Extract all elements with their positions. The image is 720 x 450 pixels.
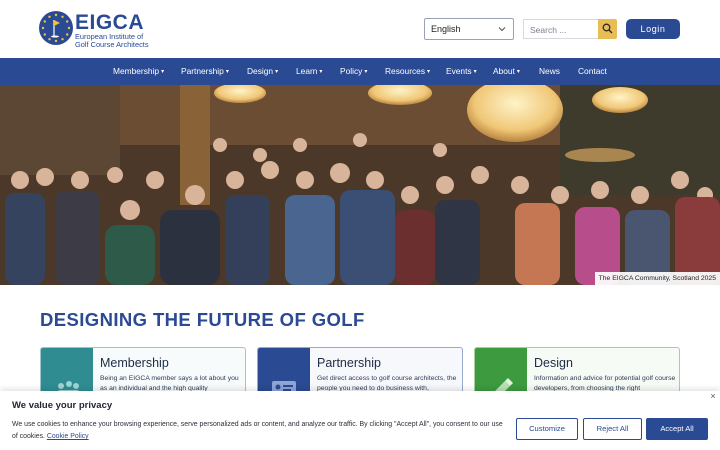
- nav-item-learn[interactable]: Learn ▾: [296, 58, 322, 85]
- caret-down-icon: ▾: [364, 69, 368, 75]
- nav-item-events[interactable]: Events ▾: [446, 58, 477, 85]
- nav-item-label: Contact: [578, 66, 607, 76]
- nav-item-label: Policy: [340, 66, 363, 76]
- login-button[interactable]: Login: [626, 19, 680, 39]
- nav-item-label: Learn: [296, 66, 318, 76]
- nav-item-label: About: [493, 66, 515, 76]
- nav-item-news[interactable]: News: [539, 58, 560, 85]
- search-icon: [602, 23, 613, 34]
- chevron-down-icon: [498, 27, 506, 32]
- nav-item-about[interactable]: About ▾: [493, 58, 520, 85]
- accept-all-button[interactable]: Accept All: [646, 418, 708, 440]
- search-input[interactable]: Search ...: [523, 19, 600, 39]
- logo-subtitle: Golf Course Architects: [75, 40, 149, 49]
- hero-caption: The EIGCA Community, Scotland 2025: [594, 272, 720, 285]
- nav-item-partnership[interactable]: Partnership ▾: [181, 58, 229, 85]
- caret-down-icon: ▾: [427, 69, 431, 75]
- card-title: Partnership: [317, 356, 381, 370]
- search-placeholder: Search ...: [530, 25, 567, 35]
- cookie-title: We value your privacy: [12, 400, 113, 411]
- nav-item-contact[interactable]: Contact: [578, 58, 607, 85]
- caret-down-icon: ▾: [473, 69, 477, 75]
- nav-item-label: Design: [247, 66, 274, 76]
- card-title: Membership: [100, 356, 169, 370]
- customize-button[interactable]: Customize: [516, 418, 578, 440]
- main-navigation: Membership ▾ Partnership ▾ Design ▾ Learn ▾ …: [0, 58, 720, 85]
- nav-item-resources[interactable]: Resources ▾: [385, 58, 430, 85]
- close-icon[interactable]: ×: [708, 391, 718, 401]
- caret-down-icon: ▾: [275, 69, 279, 75]
- caret-down-icon: ▾: [161, 69, 165, 75]
- nav-item-design[interactable]: Design ▾: [247, 58, 278, 85]
- search-button[interactable]: [598, 19, 617, 39]
- eigca-logo[interactable]: EIGCA European Institute of Golf Course …: [39, 11, 149, 49]
- nav-item-label: Partnership: [181, 66, 224, 76]
- group-photo-illustration: [0, 85, 720, 285]
- language-select[interactable]: English: [424, 18, 514, 40]
- cookie-description: We use cookies to enhance your browsing …: [12, 419, 507, 443]
- reject-all-button[interactable]: Reject All: [583, 418, 642, 440]
- hero-photo: The EIGCA Community, Scotland 2025: [0, 85, 720, 285]
- nav-item-policy[interactable]: Policy ▾: [340, 58, 367, 85]
- language-selected-value: English: [431, 24, 461, 34]
- card-title: Design: [534, 356, 573, 370]
- site-header: EIGCA European Institute of Golf Course …: [0, 0, 720, 57]
- logo-globe-icon: [39, 11, 73, 45]
- caret-down-icon: ▾: [319, 69, 323, 75]
- cookie-policy-link[interactable]: Cookie Policy: [47, 433, 89, 440]
- cookie-consent-banner: × We value your privacy We use cookies t…: [0, 391, 720, 450]
- nav-item-label: Membership: [113, 66, 160, 76]
- nav-item-label: Resources: [385, 66, 426, 76]
- nav-item-membership[interactable]: Membership ▾: [113, 58, 164, 85]
- caret-down-icon: ▾: [516, 69, 520, 75]
- page-title: DESIGNING THE FUTURE OF GOLF: [40, 309, 365, 330]
- nav-item-label: Events: [446, 66, 472, 76]
- nav-item-label: News: [539, 66, 560, 76]
- caret-down-icon: ▾: [225, 69, 229, 75]
